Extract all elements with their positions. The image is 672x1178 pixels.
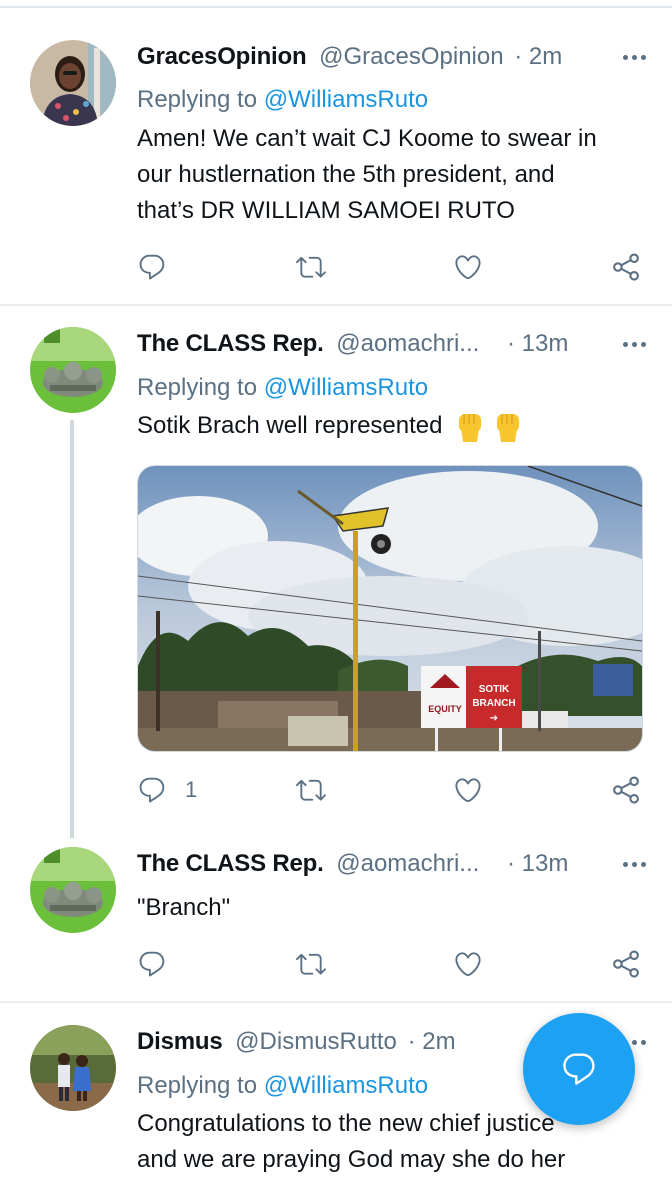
more-icon[interactable]: [617, 327, 657, 361]
tweet-divider: [0, 1001, 672, 1003]
reply-button[interactable]: 1: [137, 770, 197, 810]
sign-brand-text: EQUITY: [428, 704, 462, 714]
like-button[interactable]: [453, 247, 483, 287]
like-icon: [453, 775, 483, 805]
tweet-header: The CLASS Rep. @aomachri... · 13m: [137, 327, 657, 361]
retweet-icon: [295, 949, 327, 979]
timestamp[interactable]: · 13m: [507, 847, 568, 881]
user-handle[interactable]: @DismusRutto: [235, 1028, 397, 1055]
reply-button[interactable]: [137, 247, 167, 287]
display-name[interactable]: GracesOpinion: [137, 43, 307, 70]
reply-button[interactable]: [137, 944, 167, 984]
reply-to-link[interactable]: @WilliamsRuto: [264, 374, 428, 401]
timestamp[interactable]: · 13m: [507, 327, 568, 361]
user-handle[interactable]: @aomachri...: [336, 330, 479, 357]
reply-to-link[interactable]: @WilliamsRuto: [264, 1072, 428, 1099]
replying-to: Replying to @WilliamsRuto: [137, 374, 429, 401]
avatar[interactable]: [30, 40, 116, 126]
user-handle[interactable]: @GracesOpinion: [319, 43, 503, 70]
tweet-photo[interactable]: EQUITY SOTIK BRANCH ➔: [137, 465, 643, 752]
reply-count: 1: [185, 777, 198, 802]
reply-icon: [137, 949, 167, 979]
display-name[interactable]: The CLASS Rep.: [137, 330, 324, 357]
sign-arrow: ➔: [490, 713, 498, 724]
like-button[interactable]: [453, 770, 483, 810]
like-button[interactable]: [453, 944, 483, 984]
avatar[interactable]: [30, 327, 116, 413]
replying-to: Replying to @WilliamsRuto: [137, 86, 429, 113]
reply-icon: [137, 775, 167, 805]
raised-fist-emoji: [497, 413, 520, 442]
top-divider: [0, 6, 672, 8]
retweet-button[interactable]: [295, 770, 327, 810]
tweet-header: GracesOpinion @GracesOpinion · 2m: [137, 40, 657, 74]
sign-text-1: SOTIK: [479, 684, 510, 695]
compose-reply-button[interactable]: [523, 1013, 635, 1125]
tweet-text: Sotik Brach well represented: [137, 408, 647, 444]
share-button[interactable]: [611, 944, 641, 984]
tweet-text: "Branch": [137, 894, 231, 921]
replying-to: Replying to @WilliamsRuto: [137, 1072, 429, 1099]
sign-text-2: BRANCH: [472, 698, 515, 709]
timestamp[interactable]: · 2m: [408, 1028, 456, 1055]
reply-to-link[interactable]: @WilliamsRuto: [264, 86, 428, 113]
retweet-button[interactable]: [295, 247, 327, 287]
retweet-button[interactable]: [295, 944, 327, 984]
avatar[interactable]: [30, 847, 116, 933]
compose-reply-icon: [563, 1053, 595, 1085]
retweet-icon: [295, 252, 327, 282]
share-icon: [611, 949, 641, 979]
share-button[interactable]: [611, 770, 641, 810]
retweet-icon: [295, 775, 327, 805]
share-icon: [611, 775, 641, 805]
raised-fist-emoji: [459, 413, 482, 442]
user-handle[interactable]: @aomachri...: [336, 850, 479, 877]
share-button[interactable]: [611, 247, 641, 287]
tweet-actions: [137, 247, 647, 287]
thread-line: [70, 420, 74, 838]
tweet-header: The CLASS Rep. @aomachri... · 13m: [137, 847, 657, 881]
tweet-divider: [0, 304, 672, 306]
tweet-actions: 1: [137, 770, 647, 810]
share-icon: [611, 252, 641, 282]
avatar[interactable]: [30, 1025, 116, 1111]
display-name[interactable]: The CLASS Rep.: [137, 850, 324, 877]
timestamp[interactable]: · 2m: [514, 43, 562, 70]
more-icon[interactable]: [617, 40, 657, 74]
more-icon[interactable]: [617, 847, 657, 881]
display-name[interactable]: Dismus: [137, 1028, 223, 1055]
like-icon: [453, 949, 483, 979]
tweet-text: Amen! We can’t wait CJ Koome to swear in…: [137, 125, 597, 224]
reply-icon: [137, 252, 167, 282]
tweet-actions: [137, 944, 647, 984]
like-icon: [453, 252, 483, 282]
